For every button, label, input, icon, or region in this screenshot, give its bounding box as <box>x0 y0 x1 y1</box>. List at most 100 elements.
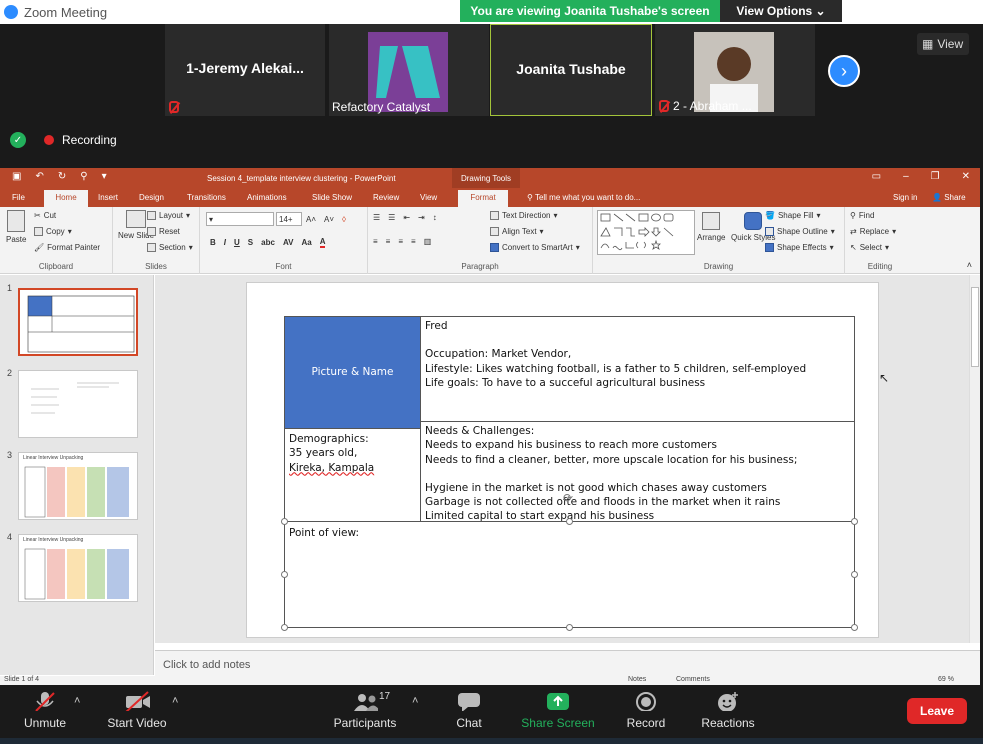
bold-icon[interactable]: B <box>210 238 216 247</box>
participant-tile[interactable]: Refactory Catalyst <box>329 24 489 116</box>
underline-icon[interactable]: U <box>234 238 240 247</box>
tab-file[interactable]: File <box>12 193 25 202</box>
collapse-ribbon-icon[interactable]: ˄ <box>967 260 972 270</box>
align-left-icon[interactable]: ≡ <box>373 237 378 246</box>
undo-icon[interactable]: ↶ <box>35 171 43 182</box>
participants-chevron-icon[interactable]: ˄ <box>412 695 418 707</box>
italic-icon[interactable]: I <box>224 238 226 247</box>
profile-cell[interactable]: Fred Occupation: Market Vendor, Lifestyle:… <box>420 316 855 422</box>
slide-thumbnail-4[interactable]: Linear Interview Unpacking <box>18 534 138 602</box>
leave-button[interactable]: Leave <box>907 698 967 724</box>
case-icon[interactable]: Aa <box>301 238 311 247</box>
bullets-icon[interactable]: ☰ <box>373 213 380 222</box>
scrollbar-thumb[interactable] <box>971 287 979 367</box>
start-video-button[interactable]: Start Video <box>104 685 170 740</box>
line-spacing-icon[interactable]: ↕ <box>433 213 437 222</box>
shape-fill-button[interactable]: 🪣 Shape Fill ▾ <box>765 211 821 220</box>
share-screen-button[interactable]: Share Screen <box>520 685 596 740</box>
convert-smartart-button[interactable]: Convert to SmartArt ▾ <box>490 243 580 252</box>
resize-handle[interactable] <box>281 624 288 631</box>
cut-button[interactable]: ✂ Cut <box>34 211 56 220</box>
slide-thumbnail-2[interactable] <box>18 370 138 438</box>
spacing-icon[interactable]: AV <box>283 238 294 247</box>
columns-icon[interactable]: ▥ <box>424 237 432 246</box>
tab-review[interactable]: Review <box>373 193 399 202</box>
restore-icon[interactable]: ❐ <box>931 171 940 182</box>
resize-handle[interactable] <box>851 518 858 525</box>
align-center-icon[interactable]: ≡ <box>386 237 391 246</box>
font-name-input[interactable]: ▾ <box>206 212 274 226</box>
record-button[interactable]: Record <box>622 685 670 740</box>
redo-icon[interactable]: ↻ <box>58 171 66 182</box>
slide-thumbnail-3[interactable]: Linear Interview Unpacking <box>18 452 138 520</box>
security-shield-icon[interactable]: ✓ <box>10 132 26 148</box>
point-of-view-box[interactable]: Point of view: <box>284 521 855 628</box>
resize-handle[interactable] <box>566 624 573 631</box>
tab-transitions[interactable]: Transitions <box>187 193 226 202</box>
justify-icon[interactable]: ≡ <box>411 237 416 246</box>
reactions-button[interactable]: Reactions <box>700 685 756 740</box>
sign-in-link[interactable]: Sign in <box>893 193 917 202</box>
resize-handle[interactable] <box>281 571 288 578</box>
ribbon-display-icon[interactable]: ▭ <box>872 171 881 182</box>
tab-animations[interactable]: Animations <box>247 193 287 202</box>
tab-home[interactable]: Home <box>44 190 88 207</box>
resize-handle[interactable] <box>851 624 858 631</box>
tab-design[interactable]: Design <box>139 193 164 202</box>
needs-challenges-cell[interactable]: Needs & Challenges: Needs to expand his b… <box>420 421 855 522</box>
vertical-scrollbar[interactable] <box>969 275 980 643</box>
video-options-chevron-icon[interactable]: ˄ <box>172 695 178 707</box>
outdent-icon[interactable]: ⇥ <box>418 213 425 222</box>
find-button[interactable]: ⚲ Find <box>850 211 874 220</box>
notes-toggle[interactable]: Notes <box>628 676 646 683</box>
align-text-button[interactable]: Align Text ▾ <box>490 227 544 236</box>
tab-view[interactable]: View <box>420 193 437 202</box>
tab-slide-show[interactable]: Slide Show <box>312 193 352 202</box>
resize-handle[interactable] <box>851 571 858 578</box>
grow-font-icon[interactable]: A˄ <box>306 215 316 224</box>
align-right-icon[interactable]: ≡ <box>398 237 403 246</box>
participant-tile[interactable]: 1-Jeremy Alekai... <box>165 24 325 116</box>
reset-button[interactable]: Reset <box>147 227 180 236</box>
presenter-icon[interactable]: ⚲ <box>80 171 87 182</box>
tell-me-search[interactable]: ⚲ Tell me what you want to do... <box>527 193 640 202</box>
indent-icon[interactable]: ⇤ <box>403 213 410 222</box>
share-button[interactable]: 👤 Share <box>932 193 966 202</box>
participant-tile[interactable]: 2 - Abraham ... <box>655 24 815 116</box>
shapes-gallery[interactable] <box>597 210 695 255</box>
shape-outline-button[interactable]: Shape Outline ▾ <box>765 227 835 236</box>
chat-button[interactable]: Chat <box>448 685 490 740</box>
next-page-button[interactable]: › <box>828 55 860 87</box>
text-direction-button[interactable]: Text Direction ▾ <box>490 211 557 220</box>
customize-icon[interactable]: ▾ <box>102 171 107 182</box>
notes-pane[interactable]: Click to add notes <box>155 650 980 676</box>
layout-button[interactable]: Layout ▾ <box>147 211 190 220</box>
tab-insert[interactable]: Insert <box>98 193 118 202</box>
clear-format-icon[interactable]: ◊ <box>342 215 346 224</box>
shadow-icon[interactable]: S <box>248 238 253 247</box>
resize-handle[interactable] <box>281 518 288 525</box>
rotate-handle-icon[interactable]: ⟳ <box>563 491 573 505</box>
save-icon[interactable]: ▣ <box>12 171 21 182</box>
arrange-button[interactable]: Arrange <box>697 212 725 242</box>
font-color-icon[interactable]: A <box>319 237 326 248</box>
minimize-icon[interactable]: – <box>903 171 909 182</box>
zoom-level[interactable]: 69 % <box>938 676 954 683</box>
tab-format[interactable]: Format <box>458 190 508 207</box>
copy-button[interactable]: Copy ▾ <box>34 227 72 236</box>
section-button[interactable]: Section ▾ <box>147 243 193 252</box>
participant-tile-active-speaker[interactable]: Joanita Tushabe <box>490 24 652 116</box>
replace-button[interactable]: ⇄ Replace ▾ <box>850 227 896 236</box>
strikethrough-icon[interactable]: abc <box>261 238 275 247</box>
font-size-input[interactable]: 14+ <box>276 212 302 226</box>
picture-name-cell[interactable]: Picture & Name <box>284 316 421 429</box>
slide-thumbnail-1[interactable] <box>18 288 138 356</box>
view-button[interactable]: ▦ View <box>917 33 969 55</box>
resize-handle[interactable] <box>566 518 573 525</box>
comments-toggle[interactable]: Comments <box>676 676 710 683</box>
demographics-cell[interactable]: Demographics: 35 years old, Kireka, Kampal… <box>284 428 421 522</box>
format-painter-button[interactable]: 🖌 Format Painter <box>34 243 100 252</box>
close-icon[interactable]: ✕ <box>962 171 970 182</box>
view-options-button[interactable]: View Options ⌄ <box>720 0 842 22</box>
audio-options-chevron-icon[interactable]: ˄ <box>74 695 80 707</box>
